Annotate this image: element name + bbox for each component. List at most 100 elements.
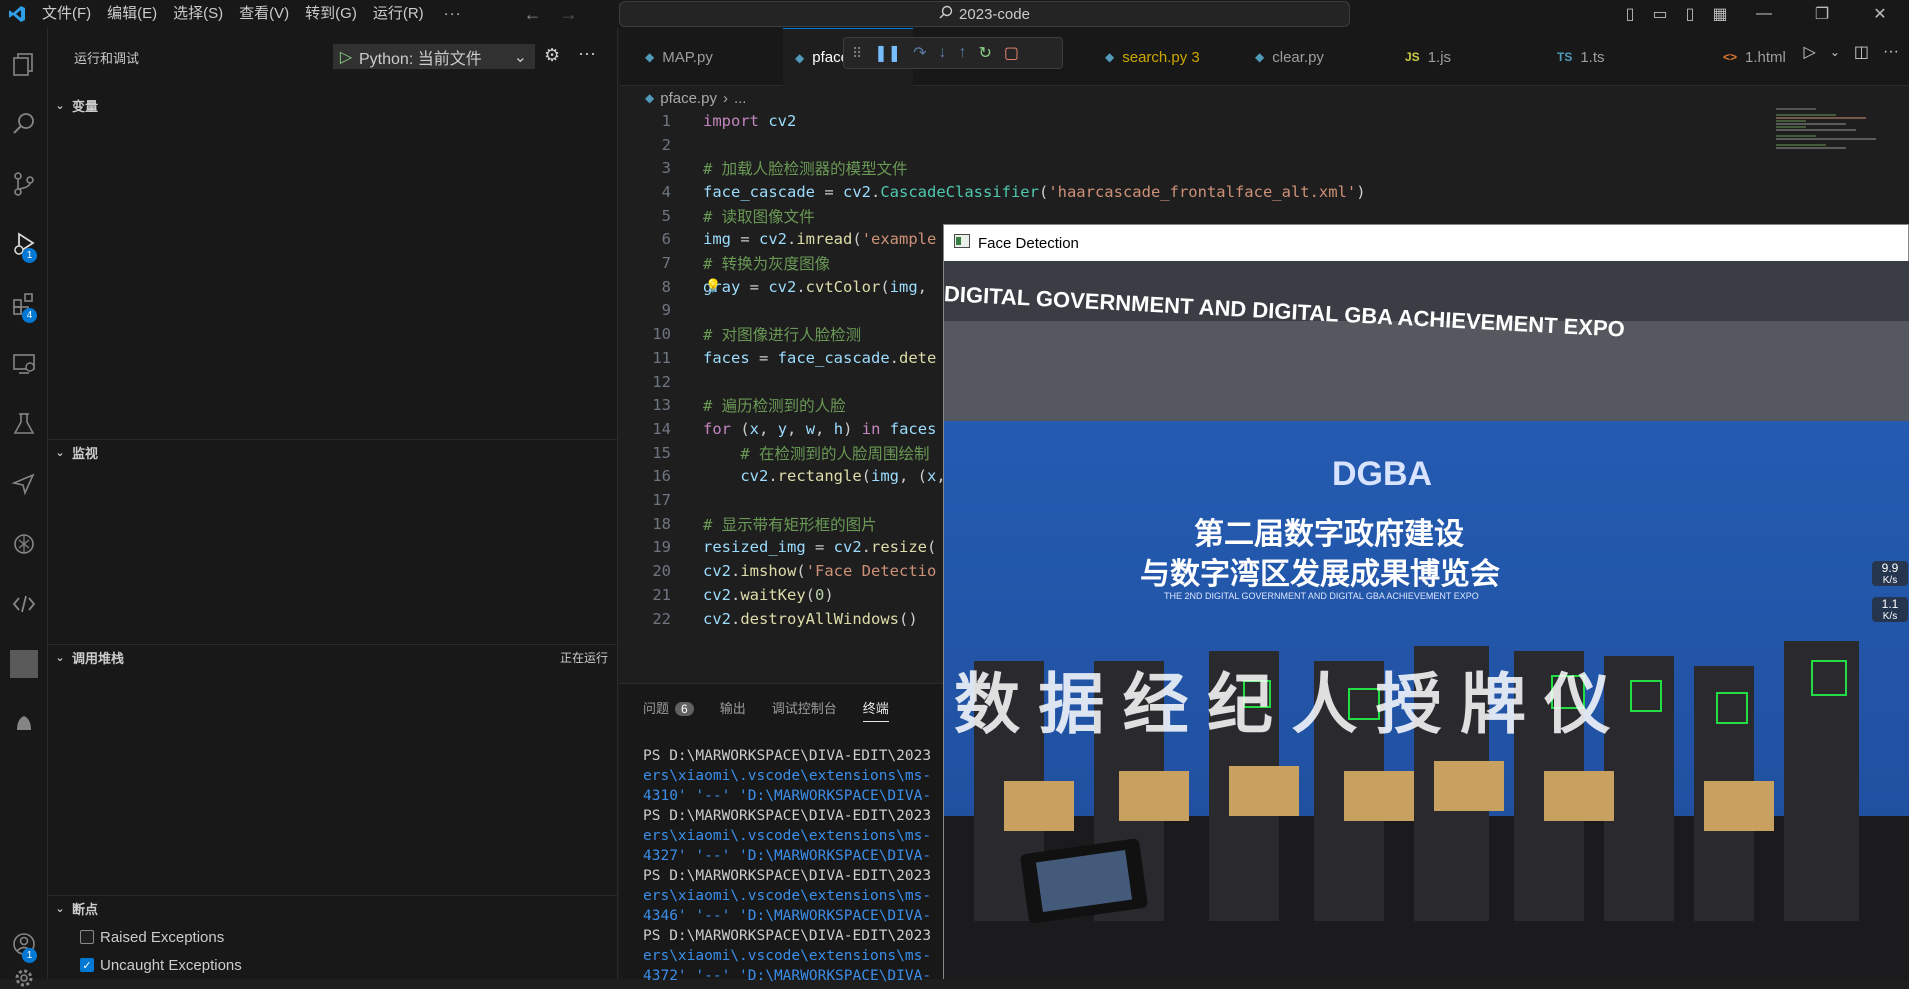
gray-square-icon[interactable] [0,640,48,688]
breakpoint-uncaught-exceptions[interactable]: ✓ Uncaught Exceptions [80,954,242,976]
restore-icon[interactable]: ❐ [1793,4,1851,24]
code-text: gray = cv2.cvtColor(img, [703,277,928,296]
breakpoints-section-header[interactable]: ⌄ 断点 [48,897,618,919]
code-line[interactable]: 3 # 加载人脸检测器的模型文件 [619,156,1909,180]
uncaught-exceptions-checkbox[interactable]: ✓ [80,958,94,972]
settings-gear-icon[interactable] [0,968,48,988]
search-icon[interactable] [0,100,48,148]
line-number: 19 [652,538,671,557]
line-number: 7 [661,254,671,273]
explorer-icon[interactable] [0,40,48,88]
callstack-status: 正在运行 [559,650,608,665]
code-text: cv2.rectangle(img, (x, [740,467,946,486]
tab-debug-console[interactable]: 调试控制台 [772,698,837,722]
tab-search-py[interactable]: ◆ search.py 3 [1093,28,1243,86]
menu-run[interactable]: 运行(R) [365,0,432,28]
tab-problems[interactable]: 问题 6 [643,698,694,722]
close-icon[interactable]: ✕ [1851,4,1909,24]
variables-section-header[interactable]: ⌄ 变量 [48,94,618,116]
line-number: 10 [652,325,671,344]
vscode-logo-icon [0,0,34,28]
line-number: 21 [652,585,671,604]
run-python-file-icon[interactable]: ▷ [1804,42,1816,62]
bell-icon[interactable] [0,700,48,748]
headline-subline: THE 2ND DIGITAL GOVERNMENT AND DIGITAL G… [1164,591,1479,601]
tab-clear-py[interactable]: ◆ clear.py [1243,28,1393,86]
callstack-section-header[interactable]: ⌄ 调用堆栈 正在运行 [48,646,618,668]
chevron-down-icon[interactable]: ⌄ [1830,45,1840,59]
pause-icon[interactable]: ❚❚ [874,43,901,63]
line-number: 18 [652,514,671,533]
source-control-icon[interactable] [0,160,48,208]
code-text: img = cv2.imread('example [703,230,937,249]
menu-file[interactable]: 文件(F) [34,0,99,28]
more-actions-icon[interactable]: ··· [1883,43,1899,61]
menu-selection[interactable]: 选择(S) [165,0,231,28]
menu-view[interactable]: 查看(V) [231,0,297,28]
tab-output[interactable]: 输出 [720,698,746,722]
toggle-secondary-sidebar-icon[interactable]: ▯ [1675,4,1705,24]
drag-handle-icon[interactable]: ⠿ [852,45,862,62]
tab-1-js[interactable]: JS 1.js [1393,28,1543,86]
code-tags-icon[interactable] [0,580,48,628]
step-into-icon[interactable]: ↓ [938,44,946,62]
menu-more-button[interactable]: ··· [432,0,474,28]
terminal-output[interactable]: PS D:\MARWORKSPACE\DIVA-EDIT\2023 ers\xia… [643,746,931,986]
terminal-line: ers\xiaomi\.vscode\extensions\ms- [643,768,932,784]
chevron-down-icon: ⌄ [55,446,65,459]
start-debugging-icon[interactable]: ▷ [333,47,359,67]
customize-layout-icon[interactable]: ▦ [1705,4,1735,24]
menu-edit[interactable]: 编辑(E) [99,0,165,28]
code-line[interactable]: 1 import cv2 [619,109,1909,133]
face-detection-window[interactable]: Face Detection DIGITAL GOVERNMENT AND DI… [943,224,1909,980]
remote-explorer-icon[interactable] [0,340,48,388]
step-out-icon[interactable]: ↑ [958,44,966,62]
step-over-icon[interactable]: ↷ [913,43,926,63]
code-text: # 在检测到的人脸周围绘制 [703,444,930,463]
command-center-search[interactable]: 2023-code [619,1,1350,27]
tab-map-py[interactable]: ◆ MAP.py [633,28,783,86]
chatgpt-icon[interactable] [0,520,48,568]
minimize-icon[interactable]: — [1735,5,1793,23]
line-number: 16 [652,467,671,486]
line-number: 5 [661,206,671,225]
raised-exceptions-checkbox[interactable] [80,930,94,944]
send-icon[interactable] [0,460,48,508]
forward-arrow-icon[interactable]: → [560,4,578,25]
debug-settings-gear-icon[interactable]: ⚙ [544,45,560,66]
restart-icon[interactable]: ↻ [978,43,991,63]
testing-icon[interactable] [0,400,48,448]
chevron-right-icon: › [722,89,728,107]
code-line[interactable]: 4 face_cascade = cv2.CascadeClassifier('h… [619,180,1909,204]
lightbulb-icon[interactable]: 💡 [705,279,721,294]
minimap[interactable] [1776,108,1896,208]
toggle-panel-icon[interactable]: ▭ [1645,4,1675,24]
accounts-icon[interactable]: 1 [0,920,48,968]
breadcrumb-file[interactable]: pface.py [660,90,717,107]
line-number: 12 [652,372,671,391]
code-line[interactable]: 2 [619,133,1909,157]
chevron-down-icon[interactable]: ⌄ [514,47,527,67]
breadcrumb-symbol[interactable]: ... [734,90,747,107]
tab-1-ts[interactable]: TS 1.ts [1543,28,1693,86]
run-debug-icon[interactable]: 1 [0,220,48,268]
toggle-primary-sidebar-icon[interactable]: ▯ [1615,4,1645,24]
html-file-icon: <> [1723,50,1738,64]
watch-section-header[interactable]: ⌄ 监视 [48,441,618,463]
menu-go[interactable]: 转到(G) [297,0,365,28]
more-actions-icon[interactable]: ··· [578,43,596,64]
code-text: # 遍历检测到的人脸 [703,397,846,416]
breakpoint-raised-exceptions[interactable]: Raised Exceptions [80,926,224,948]
window-title: Face Detection [978,234,1079,252]
split-editor-icon[interactable]: ◫ [1854,42,1869,62]
js-file-icon: JS [1405,50,1420,64]
launch-config-dropdown[interactable]: ▷ Python: 当前文件 ⌄ [333,44,535,69]
tab-terminal[interactable]: 终端 [862,698,889,722]
back-arrow-icon[interactable]: ← [524,4,542,25]
line-number: 6 [661,230,671,249]
tab-label: clear.py [1272,48,1324,66]
breakpoint-label: Raised Exceptions [100,928,225,946]
stop-icon[interactable]: ▢ [1004,43,1019,63]
extensions-icon[interactable]: 4 [0,280,48,328]
window-title-bar[interactable]: Face Detection [944,225,1908,261]
